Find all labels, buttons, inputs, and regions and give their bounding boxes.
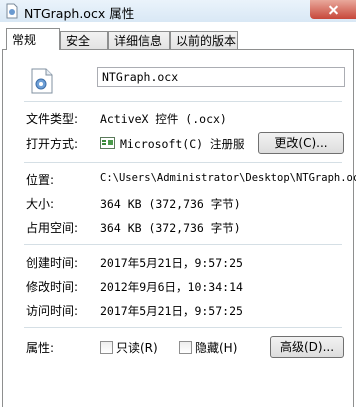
created-value: 2017年5月21日，9:57:25 <box>100 256 243 270</box>
divider <box>24 244 342 245</box>
tab-security[interactable]: 安全 <box>60 31 108 49</box>
tab-previous-versions[interactable]: 以前的版本 <box>170 31 238 49</box>
location-label: 位置: <box>26 173 55 187</box>
opens-with-label: 打开方式: <box>26 137 79 151</box>
readonly-checkbox[interactable] <box>100 341 113 354</box>
attributes-label: 属性: <box>26 341 55 355</box>
divider <box>24 327 342 328</box>
size-value: 364 KB (372,736 字节) <box>100 197 241 211</box>
opens-with-value: Microsoft(C) 注册服 <box>120 137 245 151</box>
hidden-checkbox[interactable] <box>179 341 192 354</box>
created-label: 创建时间: <box>26 256 79 270</box>
file-type-value: ActiveX 控件 (.ocx) <box>100 112 227 126</box>
file-name-field[interactable]: NTGraph.ocx <box>97 67 345 87</box>
title-bar: NTGraph.ocx 属性 <box>0 0 356 22</box>
disk-size-value: 364 KB (372,736 字节) <box>100 221 241 235</box>
advanced-button[interactable]: 高级(D)... <box>270 336 344 358</box>
change-button[interactable]: 更改(C)... <box>258 132 344 154</box>
close-button[interactable] <box>310 0 356 19</box>
accessed-label: 访问时间: <box>26 304 79 318</box>
modified-label: 修改时间: <box>26 280 79 294</box>
application-icon <box>100 137 115 149</box>
tab-details[interactable]: 详细信息 <box>108 31 170 49</box>
file-icon <box>6 3 18 19</box>
modified-value: 2012年9月6日，10:34:14 <box>100 280 243 294</box>
disk-size-label: 占用空间: <box>26 221 79 235</box>
divider <box>24 101 342 102</box>
accessed-value: 2017年5月21日，9:57:25 <box>100 304 243 318</box>
hidden-label[interactable]: 隐藏(H) <box>195 339 237 356</box>
size-label: 大小: <box>26 197 55 211</box>
readonly-label[interactable]: 只读(R) <box>116 339 158 356</box>
ocx-file-icon <box>31 68 53 94</box>
tab-general[interactable]: 常规 <box>6 28 60 50</box>
window-title: NTGraph.ocx 属性 <box>24 6 135 21</box>
divider <box>24 162 342 163</box>
file-type-label: 文件类型: <box>26 112 79 126</box>
location-value: C:\Users\Administrator\Desktop\NTGraph.o… <box>100 172 356 184</box>
